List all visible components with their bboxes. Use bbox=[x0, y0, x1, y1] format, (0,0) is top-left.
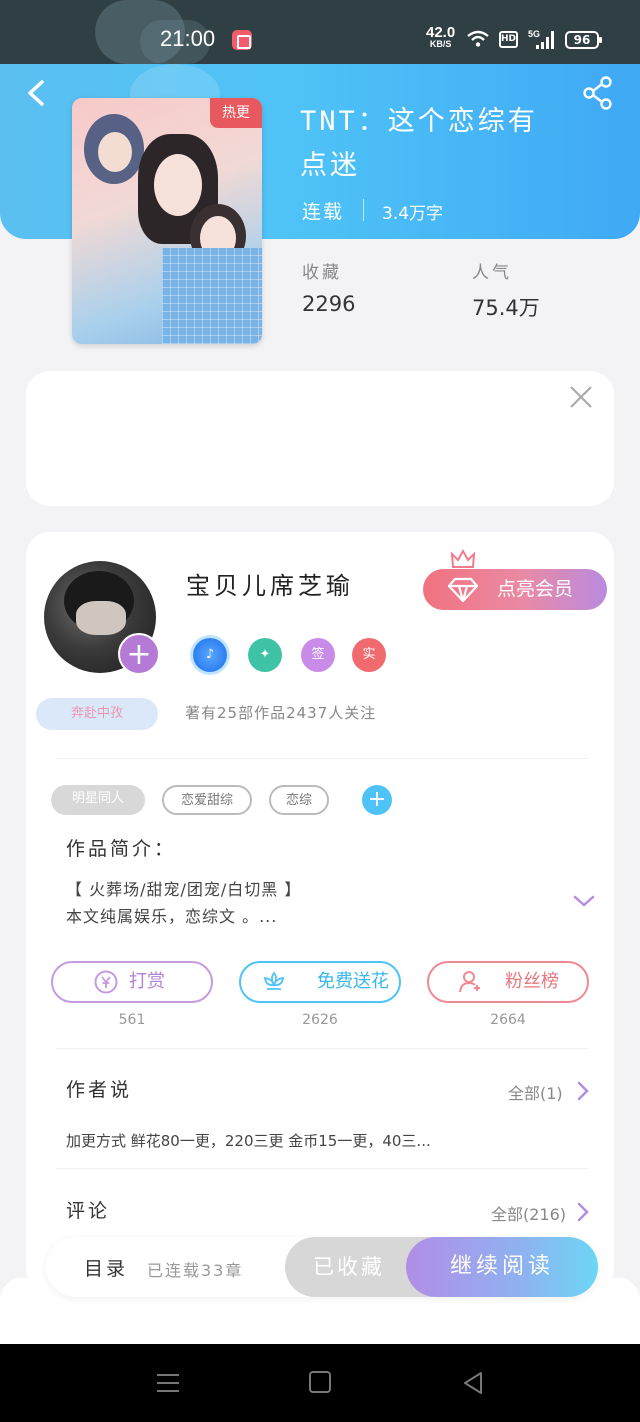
crown-icon bbox=[450, 548, 476, 568]
add-tag-button[interactable]: + bbox=[362, 785, 392, 815]
author-tag: 奔赴中孜 bbox=[36, 698, 158, 730]
favorites-label: 收藏 bbox=[302, 263, 342, 283]
author-says-text[interactable]: 加更方式 鲜花80一更，220三更 金币15一更，40三... bbox=[66, 1130, 431, 1151]
yen-coin-icon bbox=[94, 970, 118, 994]
status-time: 21:00 bbox=[160, 26, 216, 51]
ad-banner[interactable] bbox=[26, 371, 614, 506]
book-cover[interactable] bbox=[72, 98, 262, 344]
tag-chip[interactable]: 恋综 bbox=[269, 785, 329, 815]
intro-title: 作品简介： bbox=[66, 838, 177, 860]
chevron-down-icon[interactable] bbox=[572, 892, 596, 910]
reward-button[interactable]: 打赏 bbox=[51, 961, 213, 1003]
signed-badge: 签 bbox=[301, 638, 335, 672]
popularity-label: 人气 bbox=[472, 263, 512, 283]
signal-icon: 5G bbox=[528, 29, 554, 49]
wifi-icon bbox=[467, 30, 489, 47]
share-icon[interactable] bbox=[582, 76, 614, 110]
diamond-icon bbox=[447, 577, 479, 603]
favorites-value: 2296 bbox=[302, 292, 356, 316]
chevron-right-icon[interactable] bbox=[576, 1080, 590, 1102]
follow-author-button[interactable]: + bbox=[118, 633, 160, 675]
author-says-see-all[interactable]: 全部(1) bbox=[508, 1080, 563, 1104]
home-icon[interactable] bbox=[309, 1371, 331, 1393]
fans-count: 2664 bbox=[490, 1012, 526, 1028]
fan-user-icon bbox=[459, 971, 480, 993]
flower-count: 2626 bbox=[302, 1012, 338, 1028]
tag-chip[interactable]: 明星同人 bbox=[51, 785, 145, 815]
status-bar: 21:00 42.0 KB/S HD 5G 96 bbox=[0, 0, 640, 64]
network-speed: 42.0 KB/S bbox=[426, 24, 456, 49]
lotus-flower-icon bbox=[263, 971, 285, 990]
comments-see-all[interactable]: 全部(216) bbox=[491, 1201, 566, 1225]
popularity-value: 75.4万 bbox=[472, 296, 540, 320]
author-says-title: 作者说 bbox=[66, 1079, 133, 1101]
music-badge-icon: ♪ bbox=[193, 638, 227, 672]
hot-update-badge: 热更 bbox=[210, 98, 262, 128]
svg-text:5G: 5G bbox=[528, 29, 540, 39]
book-status: 连载 bbox=[302, 201, 345, 223]
fan-ranking-button[interactable]: 粉丝榜 bbox=[427, 961, 589, 1003]
continue-reading-button[interactable]: 继续阅读 bbox=[406, 1237, 598, 1297]
book-title: TNT：这个恋综有点迷 bbox=[300, 106, 538, 181]
back-triangle-icon[interactable] bbox=[461, 1370, 485, 1396]
battery-icon: 96 bbox=[565, 31, 602, 49]
divider bbox=[56, 758, 588, 759]
handshake-badge-icon: ✦ bbox=[248, 638, 282, 672]
verified-badge: 实 bbox=[352, 638, 386, 672]
table-of-contents-button[interactable]: 目录 bbox=[84, 1254, 128, 1281]
reward-count: 561 bbox=[118, 1012, 146, 1028]
divider bbox=[56, 1048, 588, 1049]
close-icon[interactable] bbox=[568, 384, 594, 410]
divider bbox=[56, 1168, 588, 1169]
chapter-count[interactable]: 已连载33章 bbox=[147, 1257, 243, 1281]
intro-line: 【 火葬场/甜宠/团宠/白切黑 】 bbox=[66, 880, 302, 899]
author-name[interactable]: 宝贝儿席芝瑜 bbox=[186, 566, 354, 601]
comments-title: 评论 bbox=[66, 1200, 111, 1222]
menu-icon[interactable] bbox=[156, 1372, 180, 1394]
author-stats: 著有25部作品2437人关注 bbox=[185, 704, 377, 722]
intro-line: 本文纯属娱乐，恋综文 。... bbox=[66, 907, 278, 926]
word-count: 3.4万字 bbox=[382, 204, 444, 224]
divider bbox=[363, 199, 364, 221]
hd-icon: HD bbox=[499, 31, 518, 48]
chevron-right-icon[interactable] bbox=[576, 1201, 590, 1223]
app-notification-icon bbox=[232, 30, 252, 50]
tag-chip[interactable]: 恋爱甜综 bbox=[162, 785, 252, 815]
back-arrow-icon[interactable] bbox=[22, 78, 52, 108]
